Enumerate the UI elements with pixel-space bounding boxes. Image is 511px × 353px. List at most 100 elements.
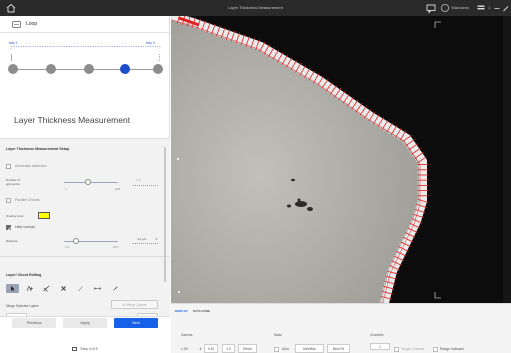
page-label: 1 bbox=[488, 5, 491, 10]
hide-overlay-label: Hide overlay bbox=[15, 225, 35, 229]
single-channel-checkbox[interactable] bbox=[394, 347, 399, 352]
step-dot-5[interactable] bbox=[153, 64, 163, 74]
distance-max: 16.1 bbox=[113, 245, 119, 249]
auto-label: Auto bbox=[282, 347, 289, 351]
cursor-icon bbox=[11, 286, 15, 292]
hide-overlay-checkbox[interactable] bbox=[6, 225, 12, 231]
automatic-detection-label: Automatic detection bbox=[15, 164, 47, 168]
gamma-spinner-icon[interactable]: ⇕ bbox=[199, 347, 202, 351]
chord-editing-title: Layer/ Chord Editing bbox=[6, 273, 42, 277]
distance-min: 1.6 bbox=[65, 245, 70, 249]
single-channel-label: Single Channel bbox=[401, 347, 424, 351]
marker-dot-left bbox=[177, 158, 179, 160]
brush-icon bbox=[112, 286, 118, 291]
grid-points-slider-knob[interactable] bbox=[85, 179, 92, 185]
parallel-chords-checkbox[interactable] bbox=[6, 198, 11, 203]
corner-marker-top-right bbox=[434, 21, 441, 28]
user-label[interactable]: Standards bbox=[451, 5, 469, 10]
loop-icon bbox=[12, 21, 21, 28]
grid-points-value-underline bbox=[133, 185, 158, 186]
apply-button[interactable]: Apply bbox=[63, 318, 107, 328]
step-of-label: Step 4 of 5 bbox=[80, 347, 98, 351]
distance-value-underline bbox=[133, 243, 158, 244]
left-panel: Loop step 1 step 5 Layer Thickness Measu… bbox=[0, 16, 170, 353]
viewer-scrollbar[interactable] bbox=[503, 16, 511, 303]
step-dot-2[interactable] bbox=[46, 64, 56, 74]
distance-value[interactable]: 4.3 µm bbox=[137, 237, 146, 241]
panel-footer: Previous Apply Next Step 4 of 5 bbox=[0, 316, 170, 353]
channel-field[interactable]: 1 bbox=[370, 343, 390, 350]
edit-chord-tool[interactable] bbox=[40, 284, 53, 293]
edit-chord-icon bbox=[43, 285, 50, 292]
layout-icon[interactable] bbox=[476, 2, 486, 14]
corner-marker-bottom-right bbox=[434, 292, 441, 299]
tab-display[interactable]: DISPLAY bbox=[175, 309, 188, 313]
brush-tool[interactable] bbox=[108, 284, 121, 293]
pen-icon bbox=[78, 286, 83, 292]
step-dot-4[interactable] bbox=[120, 64, 130, 74]
panel-scrollbar[interactable] bbox=[164, 147, 166, 282]
section-divider bbox=[0, 256, 170, 257]
add-chord-tool[interactable] bbox=[23, 284, 36, 293]
step-indicator: step 1 step 5 bbox=[8, 41, 163, 83]
automatic-detection-checkbox[interactable] bbox=[6, 164, 11, 169]
add-chord-icon bbox=[26, 285, 33, 292]
measure-tool[interactable] bbox=[91, 284, 104, 293]
grid-points-min: 1 bbox=[65, 187, 67, 191]
select-tool[interactable] bbox=[6, 284, 19, 293]
delete-icon bbox=[61, 286, 66, 291]
merge-icon: ⧉ bbox=[122, 303, 125, 307]
previous-button[interactable]: Previous bbox=[12, 318, 56, 328]
pen-tool[interactable] bbox=[74, 284, 87, 293]
grid-points-label-2: grid points bbox=[6, 182, 20, 186]
step-dot-1[interactable] bbox=[8, 64, 18, 74]
setup-title: Layer Thickness Measurement Setup bbox=[6, 147, 70, 151]
panel-title: Layer Thickness Measurement bbox=[14, 115, 131, 125]
auto-checkbox[interactable] bbox=[274, 347, 279, 352]
grid-points-slider-track[interactable] bbox=[64, 182, 118, 183]
last-step-label: step 5 bbox=[146, 41, 155, 45]
step-dot-3[interactable] bbox=[84, 64, 94, 74]
mode-label: Mode bbox=[274, 333, 282, 337]
tab-data-zone[interactable]: DATA ZONE bbox=[193, 309, 210, 313]
step-of-indicator: Step 4 of 5 bbox=[0, 347, 170, 351]
minmax-button[interactable]: Min/Max bbox=[295, 344, 324, 353]
overlay-color-label: Overlay color bbox=[6, 214, 24, 218]
title-bar: Layer Thickness Measurement Standards 1 bbox=[0, 0, 511, 16]
merge-layers-label: Merge Layers bbox=[125, 303, 147, 307]
next-button[interactable]: Next bbox=[114, 318, 158, 328]
bestfit-button[interactable]: Best Fit bbox=[327, 344, 350, 353]
substrate-region bbox=[171, 16, 423, 303]
marker-dot-bottom bbox=[178, 291, 180, 293]
display-panel: DISPLAY DATA ZONE Gamma 1.00 ⇕ 0.40 1.0 … bbox=[171, 303, 511, 353]
parallel-chords-label: Parallel Chords bbox=[15, 198, 40, 202]
delete-chord-tool[interactable] bbox=[57, 284, 70, 293]
distance-slider-knob[interactable] bbox=[72, 238, 79, 244]
loop-header[interactable]: Loop bbox=[0, 16, 170, 33]
checkmark-icon bbox=[7, 227, 12, 231]
merge-selected-label: Merge Selected Layers bbox=[6, 304, 39, 308]
distance-spinner-icon[interactable]: ⇕ bbox=[155, 237, 158, 241]
micrograph-canvas[interactable] bbox=[171, 16, 511, 303]
measure-arrows-icon bbox=[93, 287, 102, 290]
channels-label: Channels bbox=[370, 333, 384, 337]
minimize-icon[interactable] bbox=[493, 2, 501, 14]
distance-label: Distance bbox=[6, 239, 18, 243]
grid-points-value: 100 bbox=[136, 178, 142, 182]
range-indicator-checkbox[interactable] bbox=[433, 347, 438, 352]
gamma-label: Gamma bbox=[181, 333, 193, 337]
gamma-value[interactable]: 1.00 bbox=[181, 347, 188, 351]
step-frame-icon bbox=[72, 347, 78, 351]
image-viewer[interactable] bbox=[171, 16, 511, 303]
merge-layers-button[interactable]: ⧉ Merge Layers bbox=[111, 300, 158, 309]
overlay-color-swatch[interactable] bbox=[38, 212, 50, 219]
reset-button[interactable]: Reset bbox=[238, 344, 257, 353]
edit-icon[interactable] bbox=[502, 2, 510, 14]
gamma-high-field[interactable]: 1.0 bbox=[222, 344, 235, 353]
range-indicator-label: Range Indicator bbox=[440, 347, 464, 351]
gamma-low-field[interactable]: 0.40 bbox=[204, 344, 218, 353]
loop-label: Loop bbox=[26, 21, 38, 27]
user-avatar-icon[interactable] bbox=[440, 2, 450, 14]
grid-points-max: 100 bbox=[115, 187, 121, 191]
chat-icon[interactable] bbox=[425, 2, 437, 14]
